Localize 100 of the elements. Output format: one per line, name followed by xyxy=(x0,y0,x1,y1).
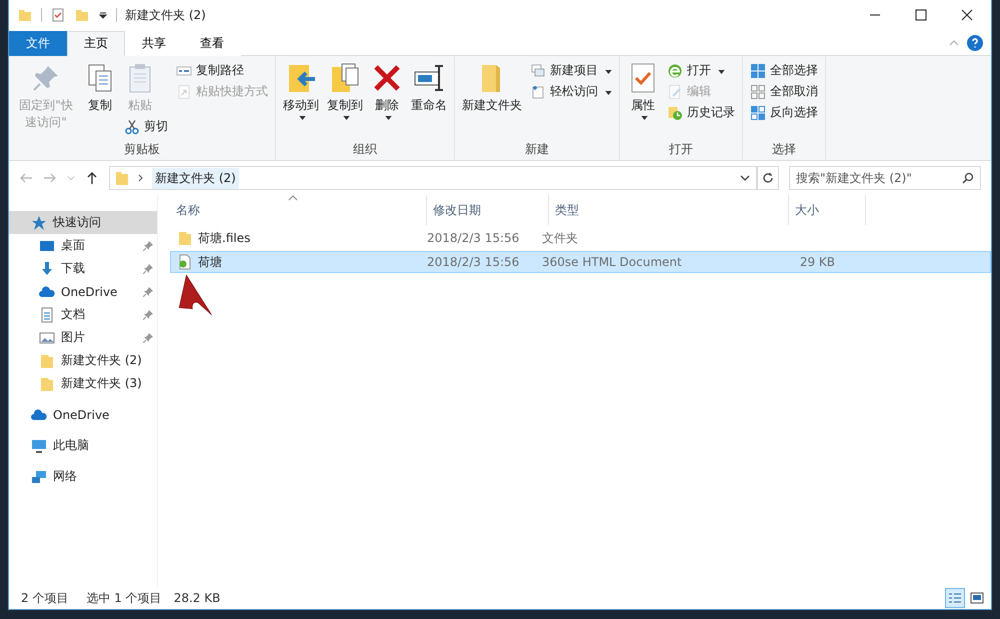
ribbon-button[interactable]: 反向选择 xyxy=(747,102,821,123)
ribbon-button[interactable]: 属性 xyxy=(624,60,662,122)
table-cell: 29 KB xyxy=(800,255,835,269)
ribbon-button[interactable]: 打开 xyxy=(664,60,728,81)
ribbon-button[interactable]: 剪切 xyxy=(121,116,171,137)
group-label: 新建 xyxy=(524,141,550,158)
ribbon-tab[interactable]: 主页 xyxy=(67,31,125,56)
copy-folder-icon xyxy=(329,62,361,94)
refresh-button[interactable] xyxy=(757,166,779,190)
group-label: 打开 xyxy=(668,141,694,158)
ribbon-button[interactable]: 新建文件夹 xyxy=(459,60,525,116)
column-header[interactable]: 类型 xyxy=(549,195,789,225)
invert-selection-icon xyxy=(750,104,766,120)
nav-item[interactable]: 网络 xyxy=(9,465,157,488)
table-cell: 360se HTML Document xyxy=(542,255,682,269)
ribbon-button[interactable]: 全部选择 xyxy=(747,60,821,81)
nav-item[interactable]: 快速访问 xyxy=(9,211,157,234)
nav-item[interactable]: 下载 xyxy=(9,257,157,280)
pin-icon[interactable] xyxy=(143,286,153,296)
edit-icon xyxy=(667,84,683,100)
download-icon xyxy=(39,260,55,276)
folder-icon xyxy=(39,352,55,368)
maximize-icon[interactable] xyxy=(915,9,927,21)
address-bar[interactable]: 新建文件夹 (2) xyxy=(109,166,757,190)
shortcut-icon xyxy=(176,84,192,100)
dropdown-icon xyxy=(343,116,350,120)
dropdown-icon xyxy=(299,116,306,120)
nav-item[interactable]: 此电脑 xyxy=(9,434,157,457)
nav-item[interactable]: OneDrive xyxy=(9,280,157,303)
dropdown-icon[interactable] xyxy=(98,10,108,20)
help-icon[interactable] xyxy=(967,34,983,50)
star-icon xyxy=(31,214,47,230)
group-label: 组织 xyxy=(352,141,378,158)
view-icon xyxy=(970,592,984,604)
group-label: 剪贴板 xyxy=(123,141,161,158)
file-row[interactable]: 荷塘 2018/2/3 15:56 360se HTML Document 29 KB xyxy=(170,251,991,273)
file-row[interactable]: 荷塘.files 2018/2/3 15:56 文件夹 xyxy=(170,227,991,249)
computer-icon xyxy=(31,438,47,454)
select-none-icon xyxy=(750,84,766,100)
ribbon-button[interactable]: 复制 xyxy=(81,60,119,116)
folder-icon xyxy=(114,170,130,186)
column-header[interactable]: 修改日期 xyxy=(427,195,549,225)
pin-icon[interactable] xyxy=(143,332,153,342)
item-count: 2 个项目 xyxy=(21,590,68,606)
dropdown-icon xyxy=(605,70,612,74)
table-cell: 荷塘 xyxy=(198,254,222,270)
table-cell: 文件夹 xyxy=(542,230,578,246)
pin-icon[interactable] xyxy=(143,240,153,250)
ribbon-button[interactable]: 新建项目 xyxy=(527,60,615,81)
pin-icon[interactable] xyxy=(143,310,153,320)
nav-item[interactable]: 图片 xyxy=(9,326,157,349)
ribbon-button[interactable]: 轻松访问 xyxy=(527,81,615,102)
easy-access-icon xyxy=(530,84,546,100)
refresh-icon xyxy=(762,172,774,184)
nav-item[interactable]: OneDrive xyxy=(9,403,157,426)
scissors-icon xyxy=(124,118,140,134)
nav-item[interactable]: 新建文件夹 (3) xyxy=(9,372,157,395)
selection-count: 选中 1 个项目 xyxy=(86,590,162,606)
history-icon xyxy=(667,104,683,120)
breadcrumb[interactable]: 新建文件夹 (2) xyxy=(152,168,239,188)
search-field[interactable]: 搜索"新建文件夹 (2)" xyxy=(789,166,981,190)
dropdown-icon xyxy=(641,116,648,120)
close-icon[interactable] xyxy=(961,9,973,21)
dropdown-icon xyxy=(385,116,392,120)
browser-icon xyxy=(667,62,683,78)
network-icon xyxy=(31,468,47,484)
cloud-icon xyxy=(31,406,47,422)
collapse-icon[interactable] xyxy=(949,38,959,48)
group-label: 选择 xyxy=(771,141,797,158)
ribbon-button[interactable]: 历史记录 xyxy=(664,102,738,123)
search-icon xyxy=(962,172,974,184)
dropdown-icon xyxy=(718,70,725,74)
dropdown-icon[interactable] xyxy=(740,173,750,183)
selection-size: 28.2 KB xyxy=(174,591,220,605)
nav-item[interactable]: 新建文件夹 (2) xyxy=(9,349,157,372)
document-icon xyxy=(39,306,55,322)
column-header[interactable]: 大小 xyxy=(789,195,866,225)
cloud-icon xyxy=(39,284,55,300)
nav-item[interactable]: 桌面 xyxy=(9,234,157,257)
column-header[interactable]: 名称 xyxy=(170,195,427,225)
web-document-icon xyxy=(177,254,193,270)
ribbon-button[interactable]: 复制到 xyxy=(324,60,366,122)
ribbon-button[interactable]: 复制路径 xyxy=(173,60,247,81)
ribbon-button[interactable]: 移动到 xyxy=(280,60,322,122)
up-icon[interactable] xyxy=(85,171,99,185)
pin-icon[interactable] xyxy=(143,264,153,274)
chevron-icon xyxy=(138,174,144,182)
ribbon-tab[interactable]: 文件 xyxy=(9,31,67,56)
nav-item[interactable]: 文档 xyxy=(9,303,157,326)
ribbon-button[interactable]: 重命名 xyxy=(408,60,450,116)
table-cell: 2018/2/3 15:56 xyxy=(427,231,520,245)
view-icon xyxy=(948,592,962,604)
window-title: 新建文件夹 (2) xyxy=(125,6,206,24)
rename-icon xyxy=(413,62,445,94)
ribbon-button[interactable]: 删除 xyxy=(368,60,406,122)
properties-icon[interactable] xyxy=(50,7,66,23)
picture-icon xyxy=(39,330,55,346)
new-item-icon xyxy=(530,62,546,78)
ribbon-button[interactable]: 全部取消 xyxy=(747,81,821,102)
details-view-button[interactable] xyxy=(945,588,965,608)
